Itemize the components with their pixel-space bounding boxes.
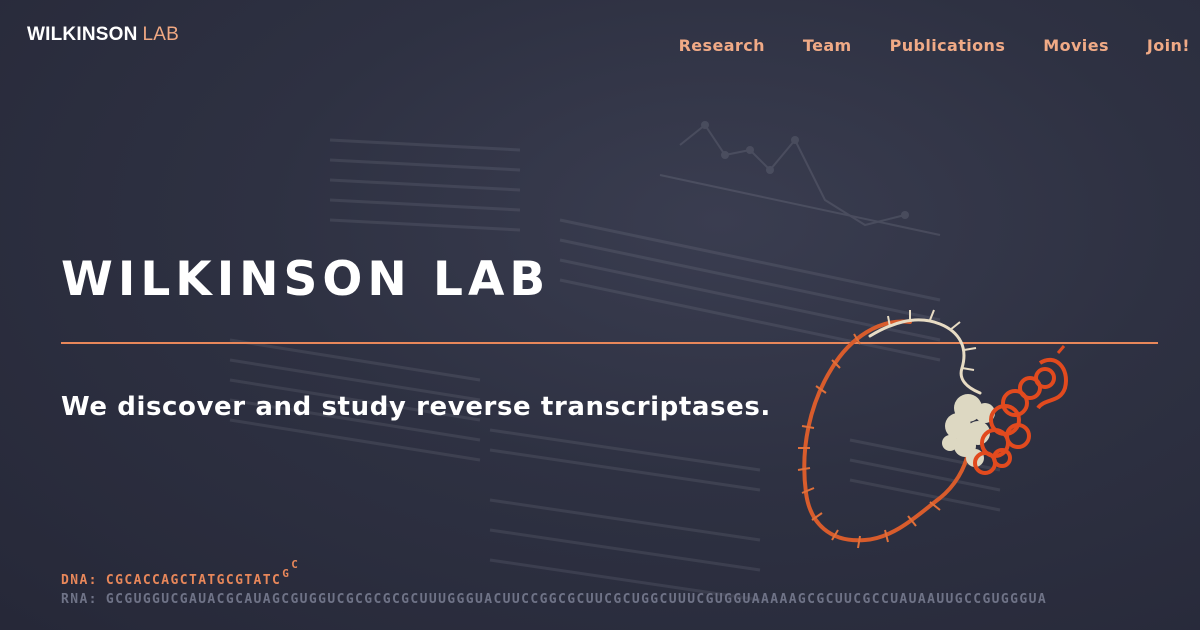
hero-section: WILKINSON LAB Research Team Publications …	[0, 0, 1200, 630]
nav-link-team[interactable]: Team	[803, 36, 852, 55]
rna-sequence-line: RNA: GCGUGGUCGAUACGCAUAGCGUGGUCGCGCGCGCUU…	[61, 592, 1158, 607]
site-logo[interactable]: WILKINSON LAB	[27, 24, 179, 46]
hero-tagline: We discover and study reverse transcript…	[61, 392, 771, 422]
nav-link-movies[interactable]: Movies	[1043, 36, 1109, 55]
rna-label: RNA:	[61, 592, 98, 607]
dna-extra-base-1: G	[282, 567, 291, 580]
logo-text-strong: WILKINSON	[27, 24, 138, 45]
main-nav: Research Team Publications Movies Join!	[679, 36, 1190, 55]
nav-link-research[interactable]: Research	[679, 36, 765, 55]
dna-sequence: CGCACCAGCTATGCGTATC	[105, 573, 282, 588]
logo-text-light: LAB	[142, 24, 180, 45]
page-title: WILKINSON LAB	[61, 252, 551, 307]
dna-extra-base-2: C	[291, 558, 300, 571]
rna-polymerase-molecule-illustration	[797, 309, 1068, 549]
nav-link-join[interactable]: Join!	[1147, 36, 1190, 55]
nav-link-publications[interactable]: Publications	[890, 36, 1006, 55]
dna-sequence-line: DNA: CGCACCAGCTATGCGTATCGC	[61, 558, 299, 588]
dna-label: DNA:	[61, 573, 98, 588]
rna-sequence: GCGUGGUCGAUACGCAUAGCGUGGUCGCGCGCGCUUUGGG…	[105, 592, 1048, 607]
